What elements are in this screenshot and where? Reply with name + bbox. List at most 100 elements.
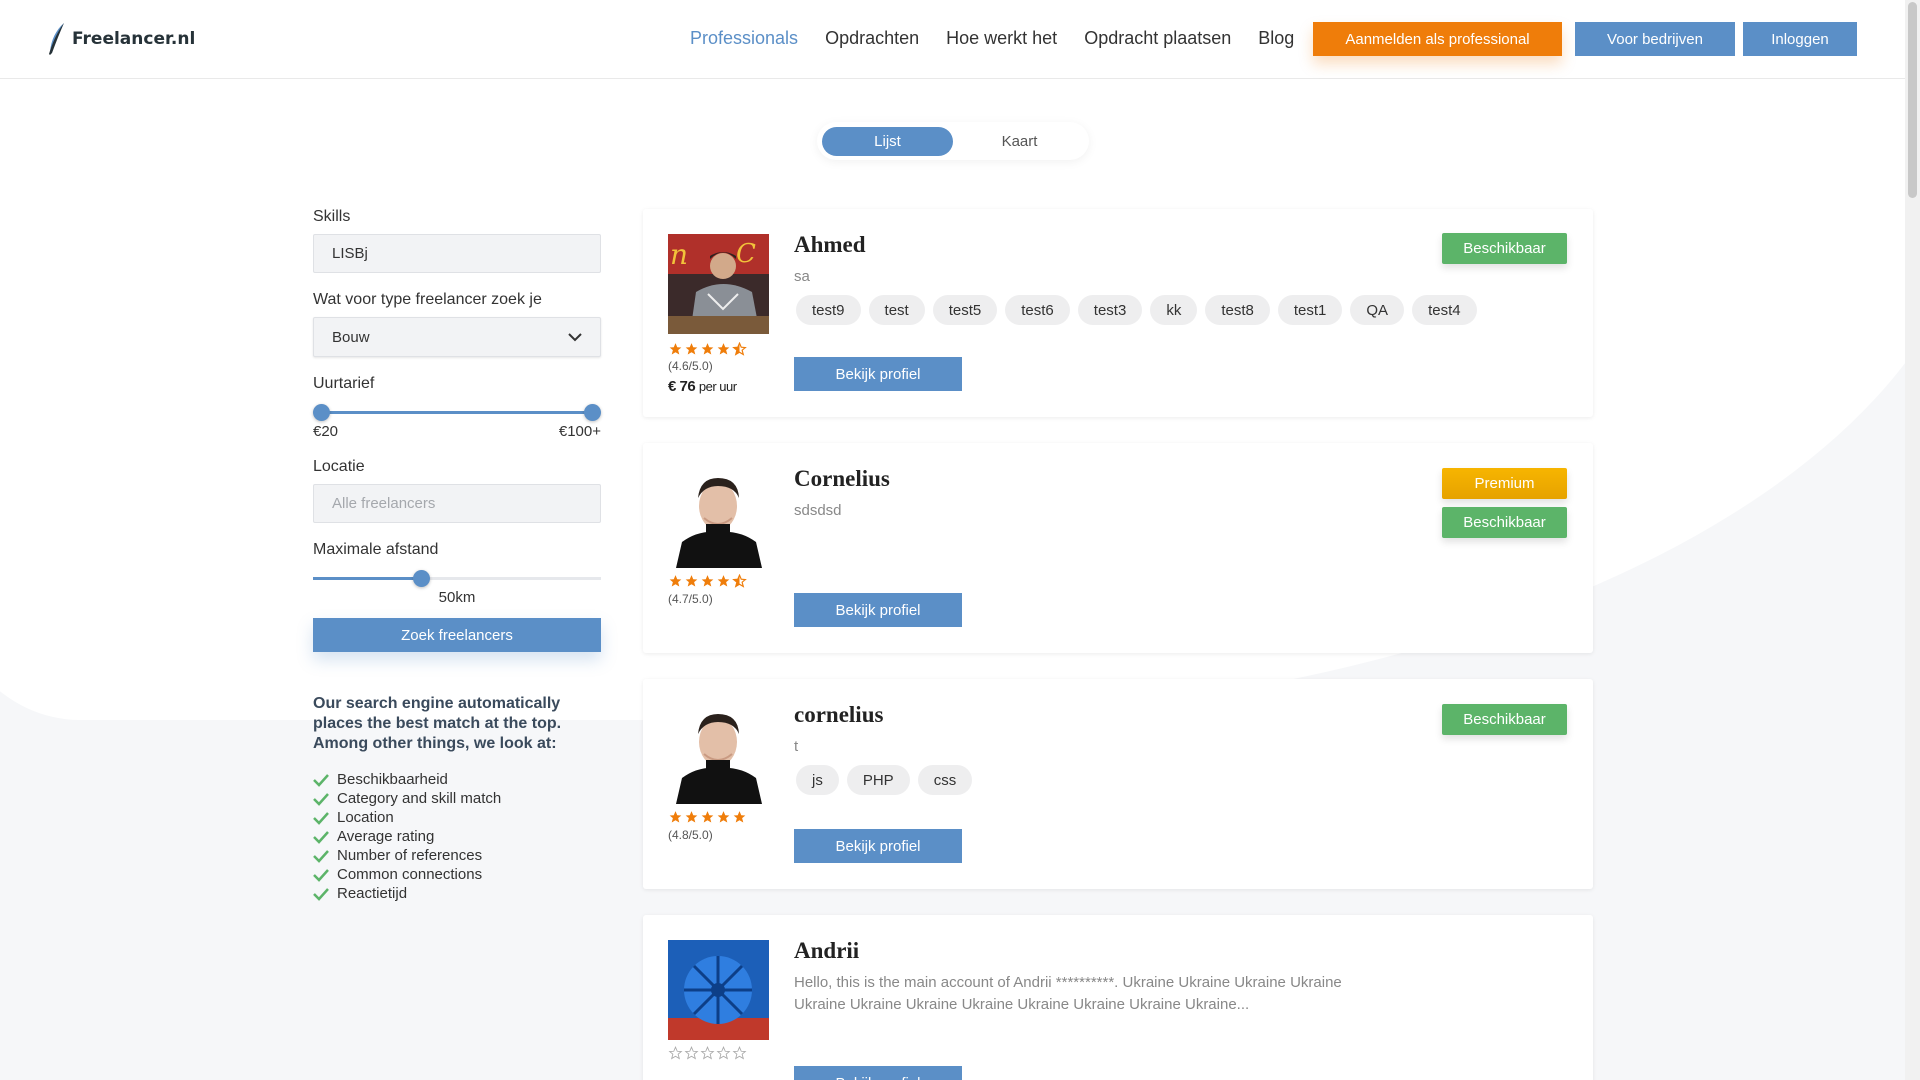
star-outline-icon: [716, 1046, 731, 1060]
profile-card: (4.8/5.0) cornelius t js PHP css Bekijk pr…: [643, 679, 1593, 889]
skill-tags: test9 test test5 test6 test3 kk test8 test1 QA te…: [796, 295, 1477, 325]
skill-tag[interactable]: test9: [796, 295, 861, 325]
location-label: Locatie: [313, 458, 365, 475]
skill-tag[interactable]: QA: [1350, 295, 1405, 325]
availability-badge: Beschikbaar: [1442, 704, 1567, 735]
star-icon: [669, 343, 682, 355]
skill-tag[interactable]: js: [796, 765, 839, 795]
avatar[interactable]: [668, 704, 769, 804]
view-profile-button[interactable]: Bekijk profiel: [794, 1066, 962, 1080]
nav-opdrachten[interactable]: Opdrachten: [825, 28, 919, 49]
check-icon: [313, 849, 329, 863]
skills-label: Skills: [313, 208, 351, 225]
nav-opdracht-plaatsen[interactable]: Opdracht plaatsen: [1084, 28, 1231, 49]
skill-tag[interactable]: test6: [1005, 295, 1070, 325]
view-profile-button[interactable]: Bekijk profiel: [794, 357, 962, 391]
star-icon: [717, 575, 730, 587]
nav-blog[interactable]: Blog: [1258, 28, 1294, 49]
avatar[interactable]: [668, 940, 769, 1040]
check-icon: [313, 811, 329, 825]
rate-min-handle[interactable]: [313, 404, 330, 421]
skill-tag[interactable]: test3: [1077, 295, 1143, 325]
criteria-label: Average rating: [337, 828, 435, 845]
rate-max-label: €100+: [558, 423, 601, 440]
check-icon: [313, 868, 329, 882]
distance-label: Maximale afstand: [313, 541, 439, 558]
skill-tag[interactable]: kk: [1150, 295, 1198, 325]
star-icon: [669, 811, 682, 823]
criteria-item: Number of references: [313, 846, 601, 865]
type-label: Wat voor type freelancer zoek je: [313, 291, 542, 308]
criteria-item: Common connections: [313, 865, 601, 884]
star-outline-icon: [684, 1046, 699, 1060]
login-button[interactable]: Inloggen: [1743, 22, 1857, 56]
view-toggle: Lijst Kaart: [817, 122, 1089, 160]
main-nav: Professionals Opdrachten Hoe werkt het O…: [690, 28, 1294, 49]
profile-subtitle: sdsdsd: [794, 502, 842, 519]
avatar[interactable]: [668, 468, 769, 568]
skills-input[interactable]: LISBj: [313, 234, 601, 273]
star-outline-icon: [700, 1046, 715, 1060]
profile-card: (4.7/5.0) Cornelius sdsdsd Bekijk profie…: [643, 443, 1593, 653]
skill-tag[interactable]: test8: [1205, 295, 1270, 325]
star-icon: [685, 575, 698, 587]
star-half-icon: [732, 574, 747, 588]
skill-tag[interactable]: css: [917, 765, 973, 795]
star-rating: [668, 1046, 747, 1060]
nav-professionals[interactable]: Professionals: [690, 28, 798, 49]
rate-slider[interactable]: [313, 401, 601, 423]
search-info-text: Our search engine automatically places t…: [313, 695, 562, 752]
rate-label: Uurtarief: [313, 375, 375, 392]
view-profile-button[interactable]: Bekijk profiel: [794, 829, 962, 863]
star-icon: [685, 343, 698, 355]
criteria-item: Beschikbaarheid: [313, 770, 601, 789]
skill-tags: js PHP css: [796, 765, 973, 795]
profile-name[interactable]: Ahmed: [794, 232, 866, 258]
skill-tag[interactable]: PHP: [846, 765, 910, 795]
star-rating: [668, 574, 747, 588]
profile-name[interactable]: Cornelius: [794, 466, 890, 492]
rating-value: (4.6/5.0): [668, 359, 713, 373]
location-input[interactable]: Alle freelancers: [313, 484, 601, 523]
star-icon: [717, 343, 730, 355]
star-icon: [701, 811, 714, 823]
type-select[interactable]: Bouw: [313, 317, 601, 357]
skill-tag[interactable]: test5: [932, 295, 998, 325]
hourly-rate-amount: € 76: [668, 378, 696, 395]
profile-subtitle: t: [794, 738, 799, 755]
distance-handle[interactable]: [413, 570, 430, 587]
distance-slider[interactable]: [313, 567, 601, 589]
avatar[interactable]: n C: [668, 234, 769, 334]
rate-range-labels: €20 €100+: [313, 423, 601, 440]
skill-tag[interactable]: test1: [1277, 295, 1343, 325]
logo-text: Freelancer.nl: [72, 29, 196, 49]
rating-value: (4.7/5.0): [668, 592, 713, 606]
search-freelancers-button[interactable]: Zoek freelancers: [313, 618, 601, 652]
for-companies-button[interactable]: Voor bedrijven: [1575, 22, 1735, 56]
toggle-map[interactable]: Kaart: [954, 127, 1085, 156]
criteria-label: Common connections: [337, 866, 483, 883]
profile-name[interactable]: Andrii: [794, 938, 859, 964]
star-icon: [685, 811, 698, 823]
check-icon: [313, 830, 329, 844]
criteria-item: Average rating: [313, 827, 601, 846]
skill-tag[interactable]: test: [868, 295, 925, 325]
toggle-list[interactable]: Lijst: [822, 127, 953, 156]
criteria-label: Beschikbaarheid: [337, 771, 448, 788]
register-professional-button[interactable]: Aanmelden als professional: [1313, 22, 1562, 56]
view-profile-button[interactable]: Bekijk profiel: [794, 593, 962, 627]
scrollbar-thumb[interactable]: [1908, 2, 1917, 198]
skill-tag[interactable]: test4: [1412, 295, 1477, 325]
profile-name[interactable]: cornelius: [794, 702, 883, 728]
scrollbar[interactable]: [1905, 0, 1920, 1080]
star-icon: [717, 811, 730, 823]
profile-subtitle: sa: [794, 268, 810, 285]
nav-hoe-werkt-het[interactable]: Hoe werkt het: [946, 28, 1057, 49]
filter-sidebar: Skills LISBj Wat voor type freelancer zo…: [313, 208, 601, 903]
criteria-label: Category and skill match: [337, 790, 502, 807]
svg-text:n: n: [670, 238, 688, 271]
logo[interactable]: Freelancer.nl: [46, 22, 195, 56]
site-header: Freelancer.nl Professionals Opdrachten H…: [0, 0, 1905, 79]
rate-max-handle[interactable]: [584, 404, 601, 421]
profile-card: n C (4.6/5.0) € 76 per uur Ahmed sa test…: [643, 209, 1593, 417]
